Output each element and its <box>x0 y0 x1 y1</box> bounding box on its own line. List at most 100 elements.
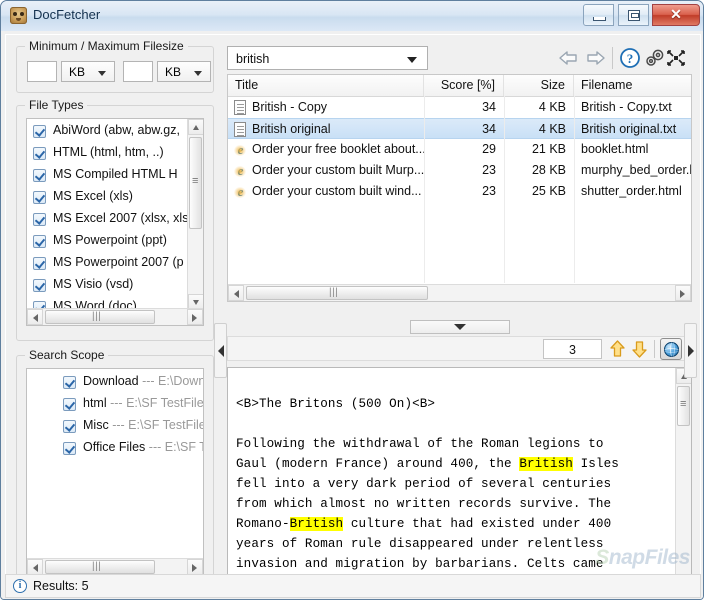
checkbox-checked-icon[interactable] <box>33 213 46 226</box>
file-types-vertical-scrollbar[interactable] <box>187 119 203 310</box>
chevron-down-icon[interactable] <box>407 57 417 63</box>
list-item[interactable]: Office Files --- E:\SF Te <box>63 438 199 460</box>
max-filesize-input[interactable] <box>123 61 153 82</box>
forward-icon <box>584 49 606 67</box>
scroll-left-button[interactable] <box>228 285 244 301</box>
checkbox-checked-icon[interactable] <box>33 279 46 292</box>
checkbox-checked-icon[interactable] <box>63 376 76 389</box>
cell-score: 23 <box>424 160 496 181</box>
search-scope-horizontal-scrollbar[interactable] <box>27 558 203 575</box>
max-filesize-unit-select[interactable]: KB <box>157 61 211 82</box>
scrollbar-thumb[interactable] <box>45 560 155 574</box>
column-header-size[interactable]: Size <box>504 75 574 96</box>
preview-pane[interactable]: <B>The Britons (500 On)<B> Following the… <box>227 367 692 595</box>
table-row[interactable]: e Order your free booklet about... 29 21… <box>228 139 691 160</box>
scrollbar-thumb[interactable] <box>677 386 690 426</box>
next-occurrence-button[interactable] <box>630 339 649 359</box>
back-button[interactable] <box>558 49 580 67</box>
collapse-panels-button[interactable] <box>665 48 687 68</box>
list-item[interactable]: html --- E:\SF TestFiles\ <box>63 394 199 416</box>
scope-path: --- E:\SF Te <box>149 440 204 454</box>
scope-label: Office Files --- E:\SF Te <box>83 440 204 454</box>
column-header-title[interactable]: Title <box>228 75 424 96</box>
close-button[interactable]: ✕ <box>652 4 700 26</box>
scope-name: html <box>83 396 107 410</box>
list-item[interactable]: Misc --- E:\SF TestFiles\ <box>63 416 199 438</box>
preview-line: Gaul (modern France) around 400, the Bri… <box>236 457 619 471</box>
scroll-right-button[interactable] <box>187 309 203 325</box>
table-row[interactable]: British original 34 4 KB British origina… <box>228 118 691 139</box>
right-panel-collapse-sash[interactable] <box>684 323 697 378</box>
scroll-left-button[interactable] <box>27 559 43 575</box>
list-item[interactable]: MS Visio (vsd) <box>33 275 185 297</box>
scrollbar-thumb[interactable] <box>189 137 202 229</box>
search-scope-group: Search Scope Download --- E:\Downl html … <box>16 355 214 592</box>
checkbox-checked-icon[interactable] <box>33 257 46 270</box>
minimize-button[interactable] <box>583 4 614 26</box>
filesize-group: Minimum / Maximum Filesize KB KB <box>16 46 214 93</box>
left-panel-collapse-sash[interactable] <box>214 323 227 378</box>
gear-icon <box>643 48 665 68</box>
forward-button[interactable] <box>584 49 606 67</box>
results-table[interactable]: Title Score [%] Size Filename British - … <box>227 74 692 302</box>
file-types-list[interactable]: AbiWord (abw, abw.gz, HTML (html, htm, .… <box>26 118 204 326</box>
help-button[interactable]: ? <box>619 47 641 69</box>
window-title: DocFetcher <box>33 7 100 22</box>
close-icon: ✕ <box>653 5 699 25</box>
table-row[interactable]: British - Copy 34 4 KB British - Copy.tx… <box>228 97 691 118</box>
scroll-right-button[interactable] <box>187 559 203 575</box>
scrollbar-thumb[interactable] <box>45 310 155 324</box>
page-number-value: 3 <box>569 343 576 357</box>
scope-label: Misc --- E:\SF TestFiles\ <box>83 418 204 432</box>
checkbox-checked-icon[interactable] <box>63 420 76 433</box>
checkbox-checked-icon[interactable] <box>33 191 46 204</box>
search-input[interactable]: british <box>227 46 428 70</box>
cell-score: 34 <box>424 119 496 140</box>
page-number-field[interactable]: 3 <box>543 339 602 359</box>
previous-occurrence-button[interactable] <box>608 339 627 359</box>
arrow-up-icon <box>608 339 627 359</box>
preview-line: Following the withdrawal of the Roman le… <box>236 437 604 451</box>
search-scope-list[interactable]: Download --- E:\Downl html --- E:\SF Tes… <box>26 368 204 576</box>
list-item[interactable]: HTML (html, htm, ..) <box>33 143 185 165</box>
checkbox-checked-icon[interactable] <box>33 125 46 138</box>
scope-path: --- E:\SF TestFiles\ <box>110 396 204 410</box>
open-in-browser-button[interactable] <box>660 338 682 360</box>
min-filesize-unit-select[interactable]: KB <box>61 61 115 82</box>
preview-line: <B>The Britons (500 On)<B> <box>236 397 435 411</box>
cell-size: 21 KB <box>504 139 566 160</box>
table-row[interactable]: e Order your custom built wind... 23 25 … <box>228 181 691 202</box>
checkbox-checked-icon[interactable] <box>63 442 76 455</box>
results-horizontal-scrollbar[interactable] <box>228 284 691 301</box>
maximize-button[interactable] <box>618 4 649 26</box>
window-body: Minimum / Maximum Filesize KB KB File Ty… <box>1 31 704 600</box>
preview-splitter-button[interactable] <box>410 320 510 334</box>
text-document-icon <box>234 122 246 137</box>
scrollbar-thumb[interactable] <box>246 286 428 300</box>
min-filesize-input[interactable] <box>27 61 57 82</box>
table-row[interactable]: e Order your custom built Murp... 23 28 … <box>228 160 691 181</box>
scroll-up-button[interactable] <box>188 119 204 135</box>
file-types-horizontal-scrollbar[interactable] <box>27 308 203 325</box>
preferences-button[interactable] <box>643 48 665 68</box>
list-item[interactable]: AbiWord (abw, abw.gz, <box>33 121 185 143</box>
checkbox-checked-icon[interactable] <box>33 169 46 182</box>
preview-vertical-scrollbar[interactable] <box>675 368 691 594</box>
list-item[interactable]: MS Powerpoint (ppt) <box>33 231 185 253</box>
scroll-right-button[interactable] <box>675 285 691 301</box>
list-item[interactable]: MS Excel 2007 (xlsx, xlsr <box>33 209 185 231</box>
internet-explorer-icon: e <box>233 184 248 199</box>
scroll-left-button[interactable] <box>27 309 43 325</box>
checkbox-checked-icon[interactable] <box>33 235 46 248</box>
list-item[interactable]: Download --- E:\Downl <box>63 372 199 394</box>
list-item[interactable]: MS Compiled HTML H <box>33 165 185 187</box>
column-header-filename[interactable]: Filename <box>574 75 692 96</box>
checkbox-checked-icon[interactable] <box>33 147 46 160</box>
list-item[interactable]: MS Powerpoint 2007 (p <box>33 253 185 275</box>
column-header-score[interactable]: Score [%] <box>424 75 504 96</box>
cell-filename: murphy_bed_order.h <box>581 160 692 181</box>
checkbox-checked-icon[interactable] <box>63 398 76 411</box>
chevron-right-icon <box>688 345 694 357</box>
list-item[interactable]: MS Excel (xls) <box>33 187 185 209</box>
docfetcher-window: DocFetcher ✕ Minimum / Maximum Filesize … <box>0 0 704 600</box>
